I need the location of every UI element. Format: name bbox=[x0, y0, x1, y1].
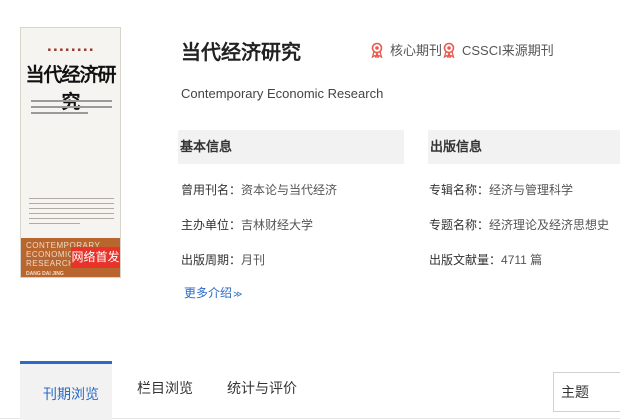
journal-title: 当代经济研究 bbox=[181, 42, 301, 64]
series-value: 经济与管理科学 bbox=[489, 183, 574, 197]
award-icon bbox=[443, 42, 455, 58]
cover-pinyin: DANG DAI JING bbox=[26, 271, 64, 277]
cover-text-lines bbox=[31, 100, 112, 118]
more-info-link[interactable]: 更多介绍≫ bbox=[184, 284, 242, 301]
core-journal-tag: 核心期刊 bbox=[370, 40, 442, 59]
sponsor-row: 主办单位：吉林财经大学 bbox=[181, 216, 313, 233]
former-title-value: 资本论与当代经济 bbox=[241, 183, 338, 197]
cssci-journal-label: CSSCI来源期刊 bbox=[462, 43, 554, 58]
tab-statistics-label: 统计与评价 bbox=[227, 380, 297, 396]
article-count-value: 4711 篇 bbox=[501, 253, 543, 267]
journal-english-title: Contemporary Economic Research bbox=[181, 86, 384, 101]
subject-row: 专题名称：经济理论及经济思想史 bbox=[429, 216, 609, 233]
sponsor-value: 吉林财经大学 bbox=[241, 218, 314, 232]
tab-statistics[interactable]: 统计与评价 bbox=[227, 361, 297, 420]
publication-info-heading: 出版信息 bbox=[428, 130, 620, 164]
subject-value: 经济理论及经济思想史 bbox=[489, 218, 610, 232]
subject-label: 专题名称： bbox=[429, 218, 490, 232]
article-count-row: 出版文献量：4711 篇 bbox=[429, 251, 542, 268]
tab-issue-browse-label: 刊期浏览 bbox=[43, 386, 99, 402]
tab-column-browse-label: 栏目浏览 bbox=[137, 380, 193, 396]
basic-info-heading: 基本信息 bbox=[178, 130, 404, 164]
former-title-label: 曾用刊名： bbox=[181, 183, 242, 197]
double-chevron-down-icon: ≫ bbox=[233, 289, 243, 299]
cover-contents-lines bbox=[29, 198, 114, 228]
sponsor-label: 主办单位： bbox=[181, 218, 242, 232]
frequency-value: 月刊 bbox=[241, 253, 266, 267]
series-label: 专辑名称： bbox=[429, 183, 490, 197]
publication-info-heading-label: 出版信息 bbox=[430, 139, 483, 154]
core-journal-label: 核心期刊 bbox=[390, 43, 443, 58]
award-icon bbox=[371, 42, 383, 58]
tab-issue-browse[interactable]: 刊期浏览 bbox=[20, 361, 112, 420]
more-info-label: 更多介绍 bbox=[184, 286, 233, 300]
cover-header-band: ▪ ▪ ▪ ▪ ▪ ▪ ▪ ▪ bbox=[47, 47, 94, 53]
frequency-label: 出版周期： bbox=[181, 253, 242, 267]
search-field-select[interactable]: 主题 bbox=[553, 372, 620, 412]
cssci-journal-tag: CSSCI来源期刊 bbox=[442, 40, 554, 59]
journal-cover-image: ▪ ▪ ▪ ▪ ▪ ▪ ▪ ▪ 当代经济研究 CONTEMPORARY ECON… bbox=[20, 27, 121, 278]
online-first-badge: 网络首发 bbox=[71, 247, 120, 268]
article-count-label: 出版文献量： bbox=[429, 253, 502, 267]
tab-column-browse[interactable]: 栏目浏览 bbox=[137, 361, 197, 420]
series-row: 专辑名称：经济与管理科学 bbox=[429, 181, 573, 198]
frequency-row: 出版周期：月刊 bbox=[181, 251, 265, 268]
former-title-row: 曾用刊名：资本论与当代经济 bbox=[181, 181, 337, 198]
basic-info-heading-label: 基本信息 bbox=[180, 139, 233, 154]
